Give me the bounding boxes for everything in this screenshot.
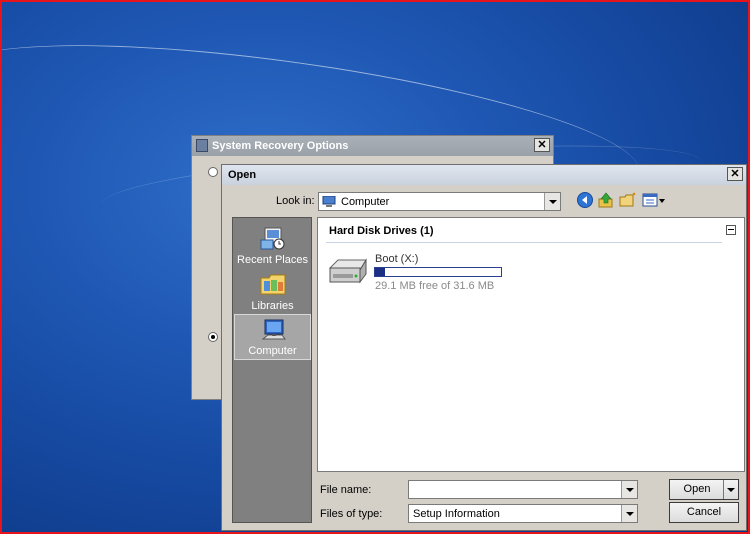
- drive-capacity-fill: [375, 268, 386, 276]
- place-label: Libraries: [251, 300, 294, 312]
- system-recovery-title: System Recovery Options: [212, 140, 349, 152]
- group-header: Hard Disk Drives (1): [329, 225, 434, 237]
- place-label: Computer: [248, 345, 297, 357]
- recovery-option-radio-1[interactable]: [208, 167, 218, 177]
- computer-small-icon: [322, 196, 336, 207]
- open-dialog-titlebar: Open ✕: [222, 165, 746, 185]
- open-button-label: Open: [683, 483, 711, 495]
- up-folder-icon[interactable]: [597, 191, 615, 209]
- place-computer[interactable]: Computer: [234, 314, 311, 360]
- look-in-dropdown[interactable]: Computer: [318, 192, 561, 211]
- back-arrow-icon[interactable]: [576, 191, 594, 209]
- computer-icon: [261, 319, 286, 340]
- cancel-button[interactable]: Cancel: [669, 502, 739, 523]
- open-button[interactable]: Open: [669, 479, 739, 500]
- file-name-label: File name:: [320, 484, 372, 496]
- look-in-label: Look in:: [276, 195, 315, 207]
- chevron-down-icon[interactable]: [621, 481, 637, 498]
- recent-places-icon: [260, 227, 285, 250]
- open-dialog-close-button[interactable]: ✕: [727, 167, 743, 181]
- place-recent-places[interactable]: Recent Places: [234, 222, 311, 268]
- drive-free-space: 29.1 MB free of 31.6 MB: [375, 280, 495, 292]
- system-recovery-close-button[interactable]: ✕: [534, 138, 550, 152]
- look-in-value: Computer: [341, 196, 390, 208]
- system-recovery-icon: [196, 139, 208, 152]
- file-list-pane[interactable]: Hard Disk Drives (1) Boot (X:) 29.1 MB f…: [317, 217, 745, 472]
- chevron-down-icon[interactable]: [544, 193, 560, 210]
- files-of-type-dropdown[interactable]: Setup Information: [408, 504, 638, 523]
- places-bar: Recent Places Libraries Computer: [232, 217, 312, 523]
- libraries-icon: [260, 274, 286, 295]
- place-libraries[interactable]: Libraries: [234, 268, 311, 314]
- recovery-option-radio-2[interactable]: [208, 332, 218, 342]
- open-split-chevron-icon[interactable]: [723, 480, 738, 499]
- drive-capacity-bar: [374, 267, 502, 277]
- files-of-type-label: Files of type:: [320, 508, 383, 520]
- open-dialog-title: Open: [228, 169, 257, 181]
- file-name-input[interactable]: [408, 480, 638, 499]
- collapse-group-button[interactable]: [726, 225, 736, 235]
- place-label: Recent Places: [237, 254, 308, 266]
- system-recovery-titlebar: System Recovery Options ✕: [192, 136, 553, 156]
- chevron-down-icon[interactable]: [621, 505, 637, 522]
- hard-drive-icon: [328, 258, 367, 284]
- group-divider: [326, 242, 722, 243]
- views-menu-icon[interactable]: [642, 191, 666, 209]
- drive-name: Boot (X:): [375, 253, 419, 265]
- new-folder-icon[interactable]: [619, 191, 637, 209]
- files-of-type-value: Setup Information: [413, 508, 500, 520]
- open-dialog: Open ✕ Look in: Computer Recent Places L…: [221, 164, 747, 531]
